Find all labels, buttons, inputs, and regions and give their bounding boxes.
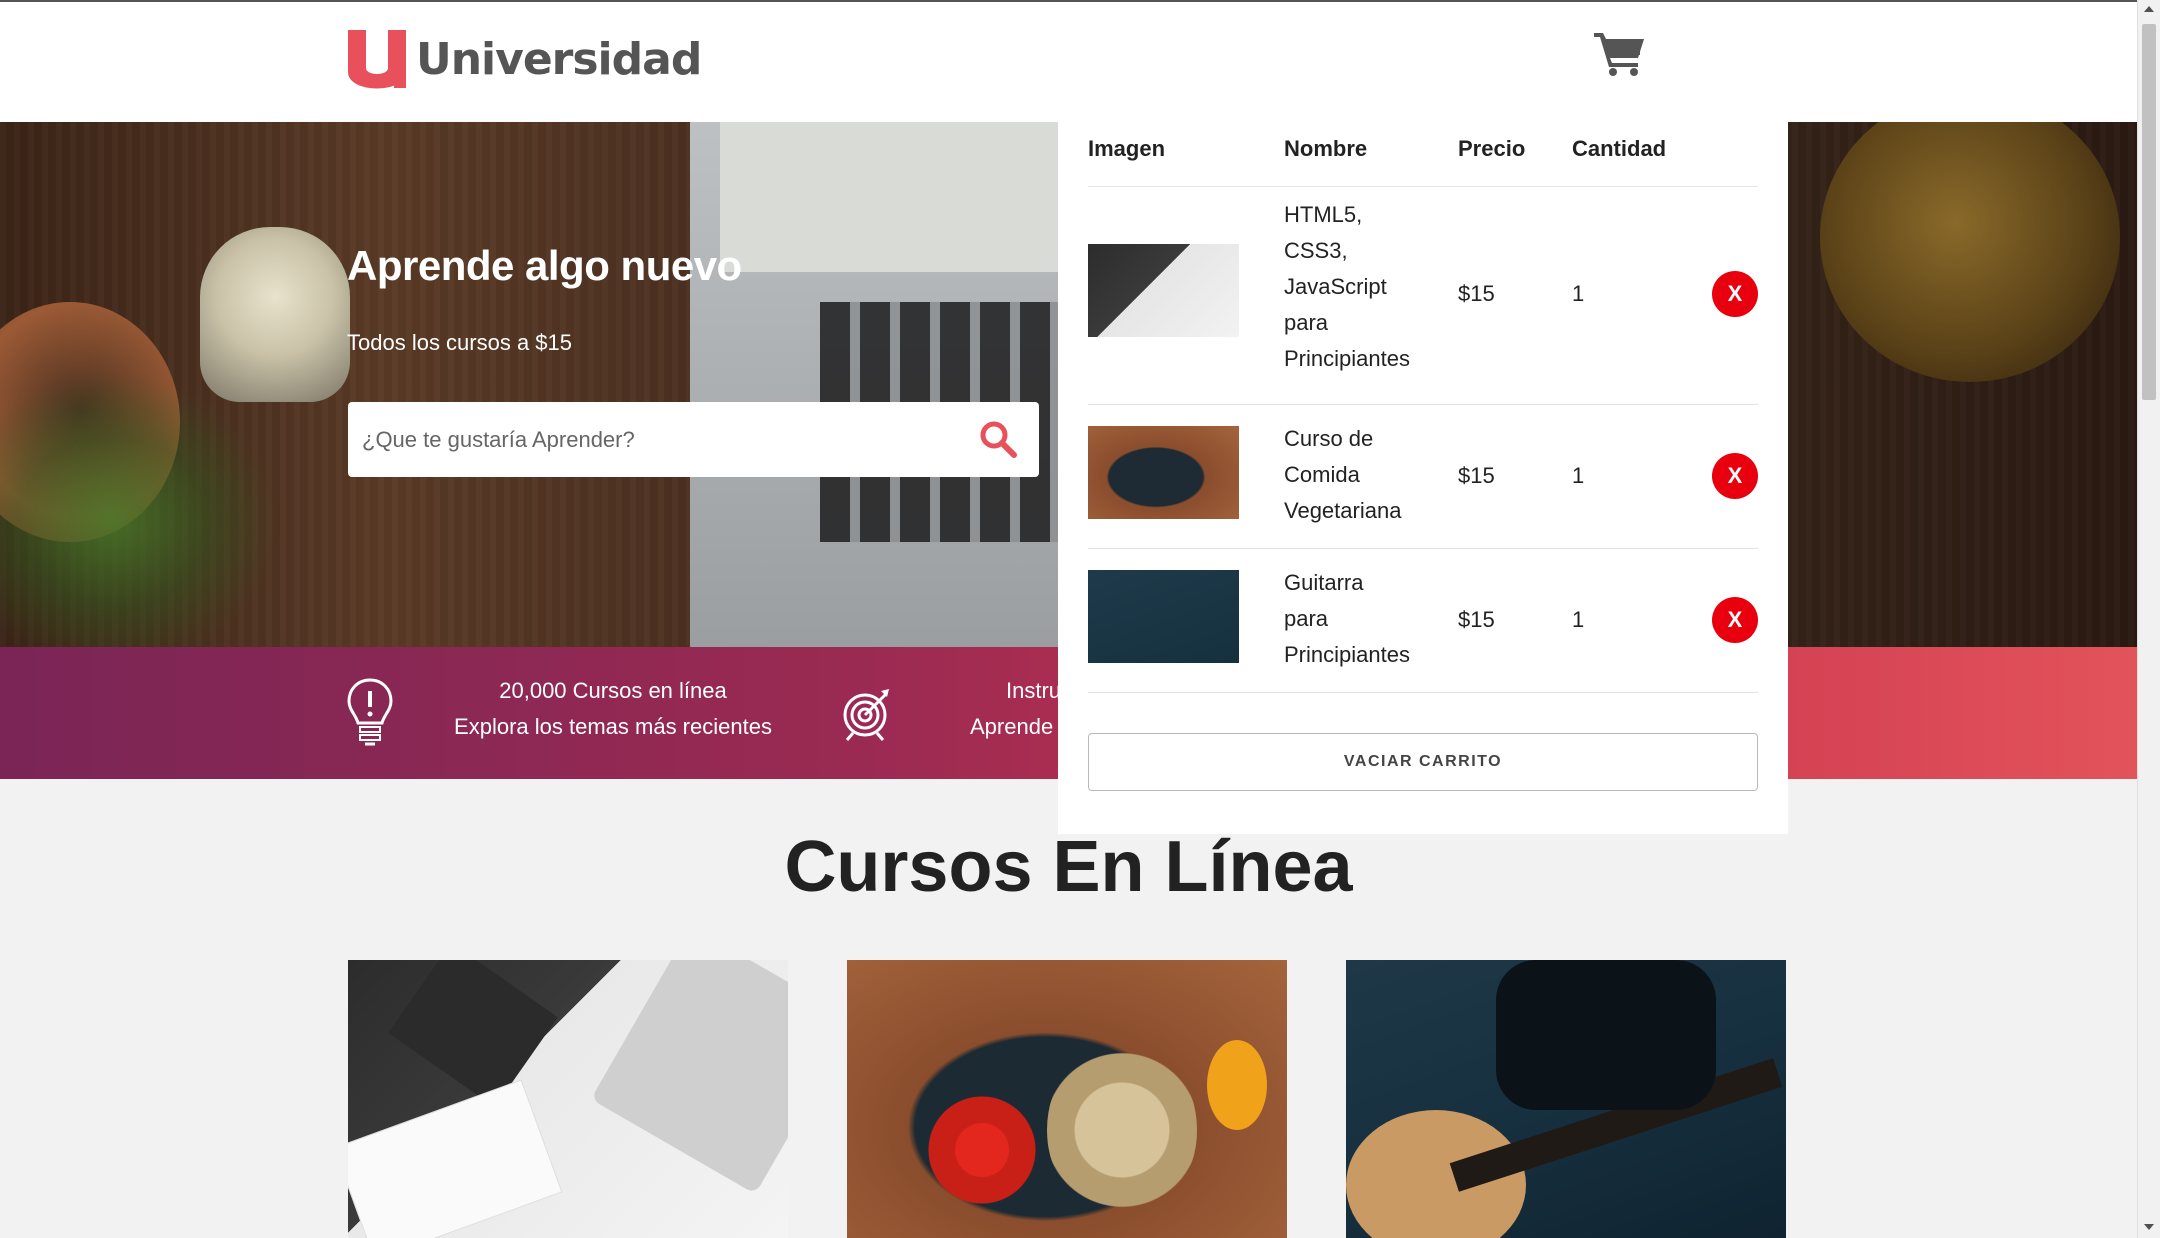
cart-table-divider — [1088, 692, 1758, 693]
shopping-cart-icon[interactable] — [1594, 30, 1646, 76]
hero-candle — [200, 227, 350, 402]
course-pepper-image — [1207, 1040, 1267, 1130]
cart-item-name-line: para — [1284, 310, 1329, 335]
cart-item-name-line: para — [1284, 606, 1329, 631]
target-icon — [843, 689, 889, 741]
cart-item-quantity: 1 — [1572, 463, 1585, 488]
cart-item-name-line: CSS3, — [1284, 238, 1348, 263]
course-guitarist-image — [1496, 960, 1716, 1110]
cart-item-quantity: 1 — [1572, 281, 1585, 306]
page-scrollbar[interactable] — [2137, 0, 2160, 1238]
feature-instructors-line2: Aprende — [970, 714, 1054, 739]
university-logo-icon — [348, 30, 406, 89]
cart-item-name-line: Vegetariana — [1284, 498, 1402, 523]
logo-text: Universidad — [416, 33, 702, 85]
cart-item-thumbnail — [1088, 426, 1239, 519]
cart-item-price: $15 — [1458, 607, 1495, 632]
cart-header-price: Precio — [1458, 136, 1526, 161]
cart-item-name-line: HTML5, — [1284, 202, 1363, 227]
empty-cart-button[interactable]: VACIAR CARRITO — [1088, 733, 1758, 791]
hero-laptop — [690, 122, 1120, 647]
cart-item-quantity: 1 — [1572, 607, 1585, 632]
cart-header-image: Imagen — [1088, 136, 1166, 161]
cart-item-name: Curso de Comida Vegetariana — [1284, 421, 1434, 529]
course-notebook-image — [348, 1079, 563, 1238]
cart-item-price: $15 — [1458, 281, 1495, 306]
course-laptop-image — [590, 960, 788, 1195]
cart-item-thumbnail — [1088, 570, 1239, 663]
feature-courses-line1: 20,000 Cursos en línea — [499, 678, 727, 703]
cart-row: HTML5, CSS3, JavaScript para Principiant… — [1088, 186, 1758, 404]
hero-laptop-screen — [720, 122, 1090, 272]
cart-header-name: Nombre — [1284, 136, 1368, 161]
cart-item-price: $15 — [1458, 463, 1495, 488]
course-book-image — [388, 960, 558, 1108]
feature-courses: 20,000 Cursos en línea Explora los temas… — [430, 673, 796, 745]
hero-plant — [0, 372, 280, 647]
site-header: Universidad — [0, 0, 2137, 122]
logo[interactable]: Universidad — [346, 28, 702, 90]
cart-row: Guitarra para Principiantes $15 1 X — [1088, 548, 1758, 692]
lightbulb-icon — [347, 678, 393, 746]
remove-item-button[interactable]: X — [1712, 597, 1758, 643]
search-input[interactable] — [362, 402, 962, 477]
cart-dropdown: Imagen Nombre Precio Cantidad HTML5, CSS… — [1058, 122, 1788, 834]
cart-item-name-line: Principiantes — [1284, 346, 1410, 371]
cart-item-name-line: Principiantes — [1284, 642, 1410, 667]
remove-item-button[interactable]: X — [1712, 453, 1758, 499]
hero-title: Aprende algo nuevo — [347, 242, 742, 289]
cart-item-name-line: Guitarra — [1284, 570, 1364, 595]
course-card-vegetarian[interactable] — [847, 960, 1287, 1238]
scroll-down-arrow-icon[interactable] — [2144, 1224, 2154, 1230]
course-tomatoes-image — [917, 1090, 1047, 1210]
course-card-html[interactable] — [348, 960, 788, 1238]
search-box — [348, 402, 1039, 477]
course-mushrooms-image — [1047, 1040, 1197, 1220]
feature-courses-line2: Explora los temas más recientes — [454, 714, 772, 739]
search-icon[interactable] — [979, 420, 1017, 458]
cart-item-name-line: Comida — [1284, 462, 1360, 487]
cart-header-quantity: Cantidad — [1572, 136, 1667, 161]
cart-item-name: HTML5, CSS3, JavaScript para Principiant… — [1284, 197, 1434, 377]
cart-item-name-line: Curso de — [1284, 426, 1374, 451]
cart-item-name: Guitarra para Principiantes — [1284, 565, 1434, 673]
cart-item-name-line: JavaScript — [1284, 274, 1387, 299]
course-card-guitar[interactable] — [1346, 960, 1786, 1238]
remove-item-button[interactable]: X — [1712, 271, 1758, 317]
feature-instructors: Instru Aprende — [960, 673, 1061, 745]
section-title: Cursos En Línea — [784, 827, 1353, 907]
scroll-up-arrow-icon[interactable] — [2144, 6, 2154, 12]
cart-row: Curso de Comida Vegetariana $15 1 X — [1088, 404, 1758, 548]
scroll-thumb[interactable] — [2142, 24, 2156, 400]
cart-item-thumbnail — [1088, 244, 1239, 337]
feature-instructors-line1: Instru — [1006, 678, 1062, 703]
hero-subtitle: Todos los cursos a $15 — [347, 330, 573, 355]
